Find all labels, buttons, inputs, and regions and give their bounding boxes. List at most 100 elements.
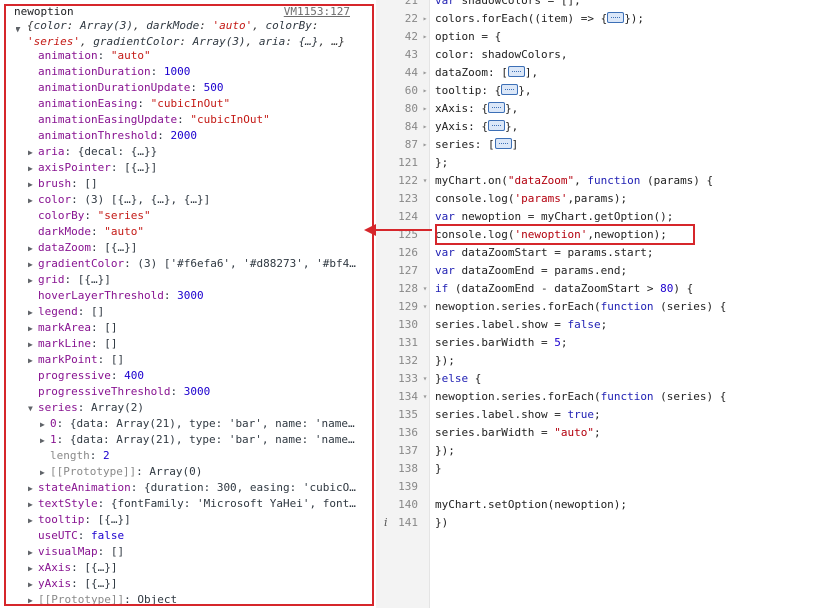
collapsed-arrow-icon[interactable]: ▶ <box>28 593 38 608</box>
code-line[interactable]: 60 ▸ tooltip: {}, <box>376 82 837 100</box>
line-number[interactable]: 60 <box>376 82 418 100</box>
line-number[interactable]: 43 <box>376 46 418 64</box>
fold-toggle-icon[interactable]: ▸ <box>420 10 430 28</box>
line-number[interactable]: 137 <box>376 442 418 460</box>
code-line[interactable]: 131 series.barWidth = 5; <box>376 334 837 352</box>
collapsed-code-icon[interactable] <box>607 12 625 23</box>
code-line[interactable]: 136 series.barWidth = "auto"; <box>376 424 837 442</box>
collapsed-arrow-icon[interactable]: ▶ <box>28 337 38 352</box>
collapsed-arrow-icon[interactable]: ▶ <box>28 305 38 320</box>
line-number[interactable]: 133 <box>376 370 418 388</box>
code-line[interactable]: 125 console.log('newoption',newoption); <box>376 226 837 244</box>
collapsed-code-icon[interactable] <box>494 138 512 149</box>
code-line[interactable]: 126 var dataZoomStart = params.start; <box>376 244 837 262</box>
line-number[interactable]: 140 <box>376 496 418 514</box>
collapsed-arrow-icon[interactable]: ▶ <box>28 513 38 528</box>
fold-toggle-icon[interactable]: ▾ <box>420 388 430 406</box>
code-line[interactable]: 42 ▸ option = { <box>376 28 837 46</box>
collapsed-arrow-icon[interactable]: ▶ <box>40 465 50 480</box>
collapsed-code-icon[interactable] <box>501 84 519 95</box>
code-line[interactable]: 124 var newoption = myChart.getOption(); <box>376 208 837 226</box>
code-line[interactable]: 138 } <box>376 460 837 478</box>
line-number[interactable]: 122 <box>376 172 418 190</box>
property-row[interactable]: ▶ markPoint: [] <box>28 352 368 368</box>
expanded-arrow-icon[interactable]: ▼ <box>28 401 38 416</box>
code-line[interactable]: 121}; <box>376 154 837 172</box>
property-row[interactable]: ▶ legend: [] <box>28 304 368 320</box>
line-number[interactable]: 87 <box>376 136 418 154</box>
property-row[interactable]: ▶ 0: {data: Array(21), type: 'bar', name:… <box>40 416 376 432</box>
fold-toggle-icon[interactable]: ▸ <box>420 136 430 154</box>
fold-toggle-icon[interactable]: ▾ <box>420 172 430 190</box>
line-number[interactable]: 126 <box>376 244 418 262</box>
line-number[interactable]: 129 <box>376 298 418 316</box>
code-line[interactable]: 139 <box>376 478 837 496</box>
collapsed-arrow-icon[interactable]: ▶ <box>28 561 38 576</box>
code-line[interactable]: 87 ▸ series: [] <box>376 136 837 154</box>
property-row[interactable]: ▶ 1: {data: Array(21), type: 'bar', name:… <box>40 432 376 448</box>
property-row[interactable]: ▶ yAxis: [{…}] <box>28 576 368 592</box>
property-row[interactable]: ▶ grid: [{…}] <box>28 272 368 288</box>
code-line[interactable]: 22 ▸ colors.forEach((item) => {}); <box>376 10 837 28</box>
code-line[interactable]: 129 ▾ newoption.series.forEach(function (… <box>376 298 837 316</box>
collapsed-arrow-icon[interactable]: ▶ <box>28 257 38 272</box>
line-number[interactable]: 135 <box>376 406 418 424</box>
line-number[interactable]: 136 <box>376 424 418 442</box>
collapsed-arrow-icon[interactable]: ▶ <box>28 145 38 160</box>
property-row[interactable]: ▶ visualMap: [] <box>28 544 368 560</box>
line-number[interactable]: 138 <box>376 460 418 478</box>
collapsed-arrow-icon[interactable]: ▶ <box>28 321 38 336</box>
collapsed-arrow-icon[interactable]: ▶ <box>28 481 38 496</box>
collapsed-arrow-icon[interactable]: ▶ <box>28 161 38 176</box>
fold-toggle-icon[interactable]: ▾ <box>420 280 430 298</box>
line-number[interactable]: 21 <box>376 0 418 10</box>
fold-toggle-icon[interactable]: ▸ <box>420 100 430 118</box>
code-line[interactable]: 123 console.log('params',params); <box>376 190 837 208</box>
collapsed-arrow-icon[interactable]: ▶ <box>28 353 38 368</box>
line-number[interactable]: 132 <box>376 352 418 370</box>
line-number[interactable]: 134 <box>376 388 418 406</box>
code-line[interactable]: 21 var shadowColors = []; <box>376 0 837 10</box>
code-line[interactable]: i 141}) <box>376 514 837 532</box>
code-line[interactable]: 84 ▸ yAxis: {}, <box>376 118 837 136</box>
code-line[interactable]: 122 ▾ myChart.on("dataZoom", function (par… <box>376 172 837 190</box>
code-line[interactable]: 135 series.label.show = true; <box>376 406 837 424</box>
collapsed-arrow-icon[interactable]: ▶ <box>40 417 50 432</box>
line-number[interactable]: 128 <box>376 280 418 298</box>
property-row[interactable]: ▶ color: (3) [{…}, {…}, {…}] <box>28 192 368 208</box>
object-summary[interactable]: ▼ {color: Array(3), darkMode: 'auto', co… <box>16 18 356 50</box>
line-number[interactable]: 130 <box>376 316 418 334</box>
code-line[interactable]: 44 ▸ dataZoom: [], <box>376 64 837 82</box>
collapsed-arrow-icon[interactable]: ▶ <box>40 433 50 448</box>
fold-toggle-icon[interactable]: ▸ <box>420 28 430 46</box>
expand-arrow-icon[interactable]: ▼ <box>16 22 20 38</box>
collapsed-arrow-icon[interactable]: ▶ <box>28 273 38 288</box>
code-line[interactable]: 80 ▸ xAxis: {}, <box>376 100 837 118</box>
fold-toggle-icon[interactable]: ▸ <box>420 118 430 136</box>
line-number[interactable]: 80 <box>376 100 418 118</box>
code-line[interactable]: 137 }); <box>376 442 837 460</box>
property-row[interactable]: ▶ gradientColor: (3) ['#f6efa6', '#d88273… <box>28 256 368 272</box>
code-line[interactable]: 132 }); <box>376 352 837 370</box>
collapsed-code-icon[interactable] <box>507 66 525 77</box>
code-line[interactable]: 133 ▾ }else { <box>376 370 837 388</box>
fold-toggle-icon[interactable]: ▸ <box>420 82 430 100</box>
code-line[interactable]: 43 color: shadowColors, <box>376 46 837 64</box>
collapsed-code-icon[interactable] <box>487 102 505 113</box>
property-row[interactable]: ▶ aria: {decal: {…}} <box>28 144 368 160</box>
collapsed-arrow-icon[interactable]: ▶ <box>28 577 38 592</box>
line-number[interactable]: 84 <box>376 118 418 136</box>
line-number[interactable]: 141 <box>376 514 418 532</box>
code-line[interactable]: 140 myChart.setOption(newoption); <box>376 496 837 514</box>
property-row[interactable]: ▶ markArea: [] <box>28 320 368 336</box>
property-row[interactable]: ▼ series: Array(2) <box>28 400 368 416</box>
property-row[interactable]: ▶ axisPointer: [{…}] <box>28 160 368 176</box>
collapsed-arrow-icon[interactable]: ▶ <box>28 497 38 512</box>
fold-toggle-icon[interactable]: ▸ <box>420 64 430 82</box>
fold-toggle-icon[interactable]: ▾ <box>420 370 430 388</box>
line-number[interactable]: 139 <box>376 478 418 496</box>
line-number[interactable]: 127 <box>376 262 418 280</box>
line-number[interactable]: 22 <box>376 10 418 28</box>
code-line[interactable]: 134 ▾ newoption.series.forEach(function (… <box>376 388 837 406</box>
collapsed-arrow-icon[interactable]: ▶ <box>28 545 38 560</box>
